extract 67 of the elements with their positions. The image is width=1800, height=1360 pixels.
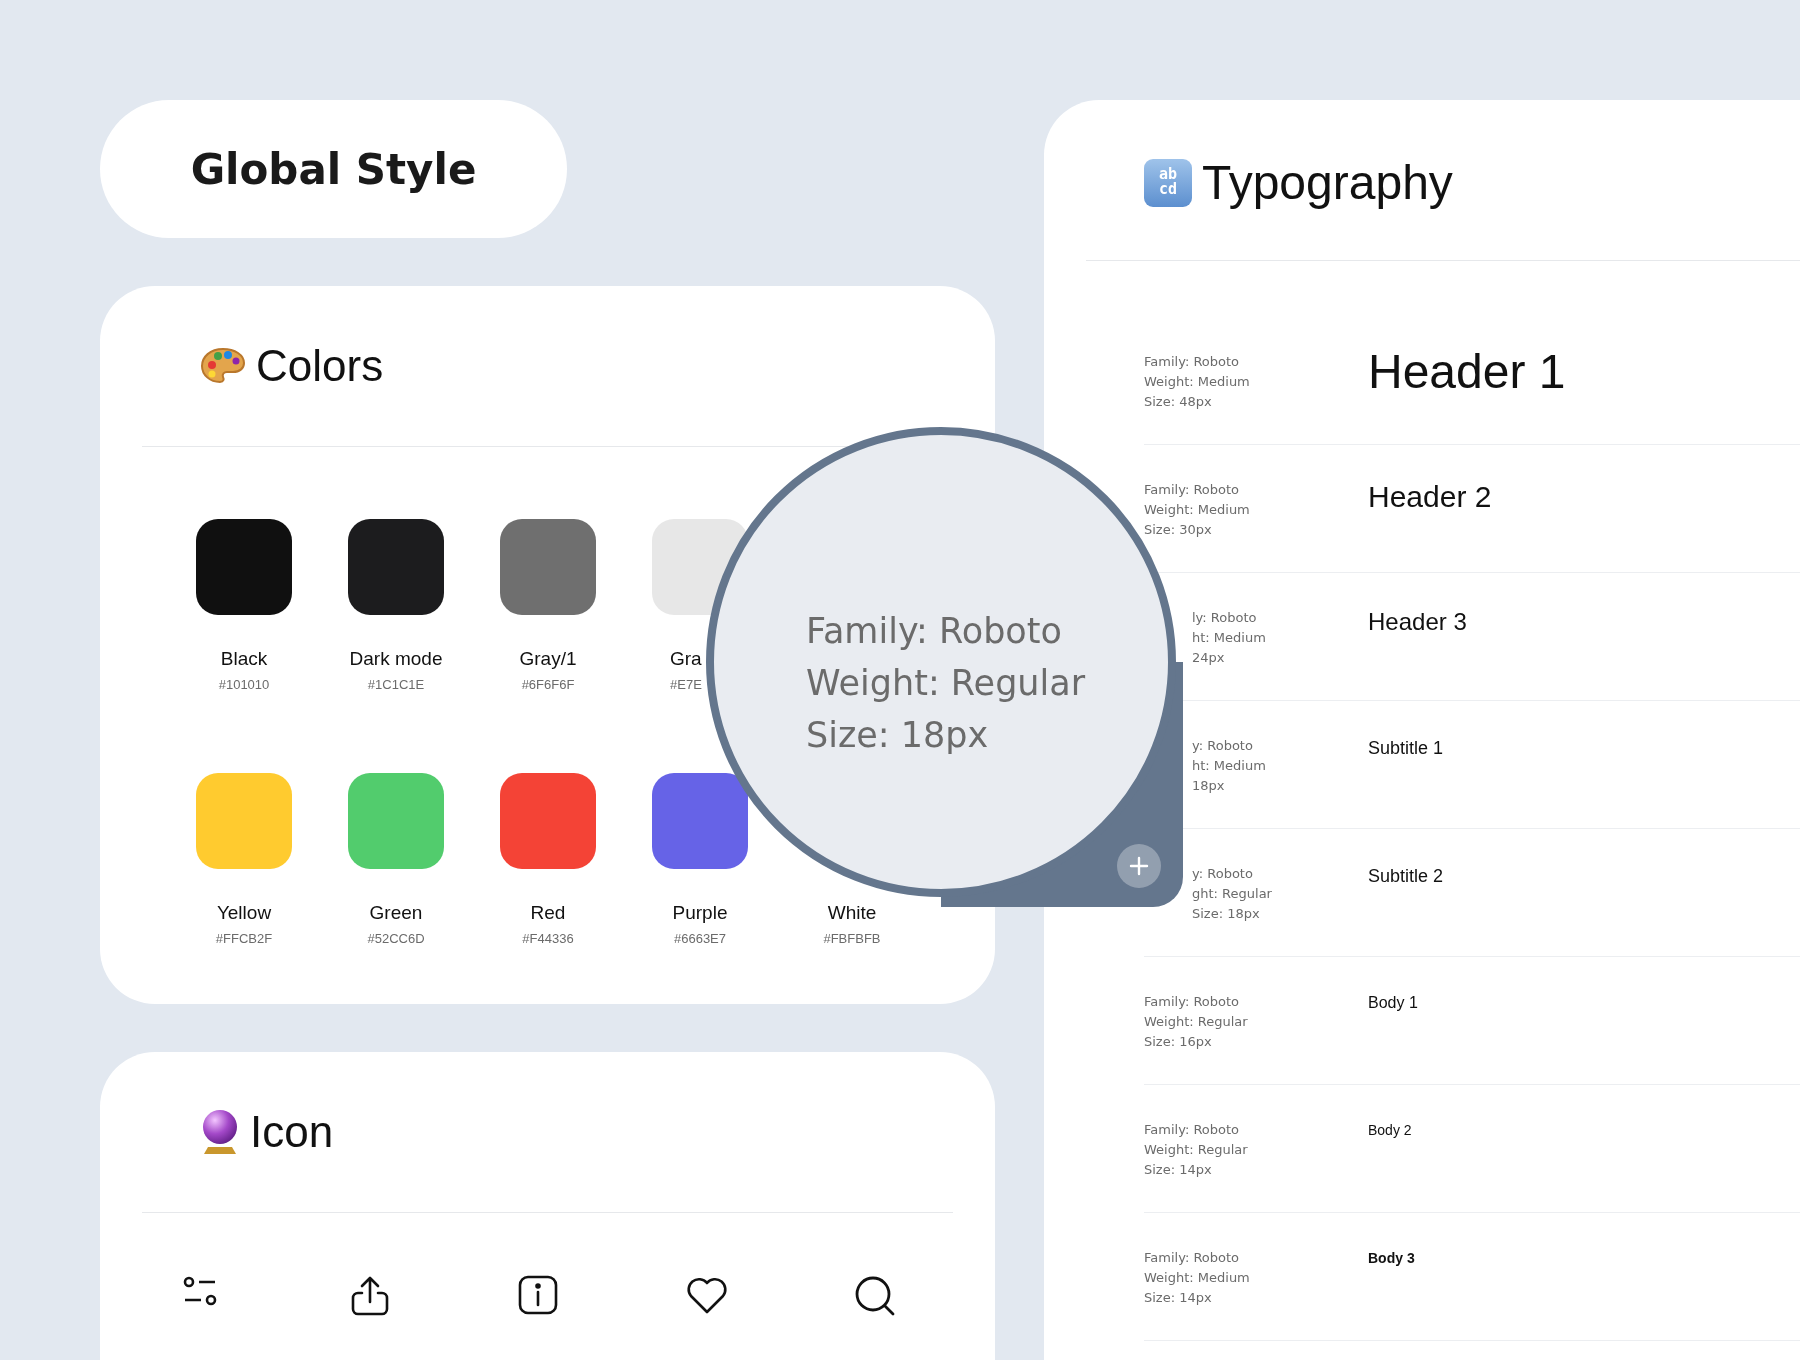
type-sample: Body 2 — [1368, 1122, 1412, 1139]
font-spec: Weight: Regular — [1144, 1142, 1248, 1157]
color-name: Red — [530, 902, 566, 923]
color-name: Dark mode — [349, 648, 443, 669]
type-sample: Subtitle 1 — [1368, 738, 1444, 759]
font-spec: Family: Roboto — [1144, 994, 1240, 1009]
font-spec: Size: 14px — [1144, 1290, 1212, 1305]
type-sample: Header 2 — [1368, 480, 1492, 515]
color-hex: #1C1C1E — [367, 677, 425, 692]
color-hex: #F44336 — [522, 931, 574, 946]
section-title: Typography — [1202, 155, 1453, 211]
font-spec: 18px — [1192, 778, 1225, 793]
font-spec: Size: 16px — [1144, 1034, 1212, 1049]
color-name: Gray/1 — [519, 648, 577, 669]
type-sample: Subtitle 2 — [1368, 866, 1444, 887]
section-title: Icon — [250, 1106, 334, 1158]
letters-icon: ab cd — [1144, 159, 1192, 207]
search-icon — [854, 1275, 896, 1317]
color-hex: #52CC6D — [367, 931, 425, 946]
section-title: Colors — [256, 340, 384, 392]
palette-icon — [200, 346, 246, 386]
font-spec: Family: Roboto — [1144, 1250, 1240, 1265]
color-hex: #101010 — [218, 677, 270, 692]
magnified-text: Family: Roboto — [806, 611, 1062, 651]
type-sample: Header 1 — [1368, 344, 1566, 400]
font-spec: y: Roboto — [1192, 866, 1253, 881]
font-spec: Size: 48px — [1144, 394, 1212, 409]
font-spec: ght: Regular — [1192, 886, 1272, 901]
color-hex: #6F6F6F — [521, 677, 575, 692]
font-spec: Size: 18px — [1192, 906, 1260, 921]
color-hex: #FBFBFB — [823, 931, 881, 946]
font-spec: Family: Roboto — [1144, 1122, 1240, 1137]
add-button[interactable] — [1117, 844, 1161, 888]
crystal-ball-icon — [200, 1109, 240, 1155]
color-name: White — [827, 902, 877, 923]
font-spec: 24px — [1192, 650, 1225, 665]
magnified-text: Weight: Regular — [806, 663, 1086, 703]
color-name: Green — [369, 902, 423, 923]
font-spec: Weight: Medium — [1144, 374, 1250, 389]
font-spec: ly: Roboto — [1192, 610, 1257, 625]
page-title: Global Style — [190, 143, 477, 196]
color-name: Purple — [672, 902, 728, 923]
font-spec: y: Roboto — [1192, 738, 1253, 753]
heart-icon — [686, 1275, 728, 1315]
share-icon — [350, 1275, 390, 1317]
type-sample: Body 1 — [1368, 994, 1418, 1013]
sliders-icon — [182, 1275, 218, 1307]
font-spec: Weight: Regular — [1144, 1014, 1248, 1029]
color-name: Black — [220, 648, 268, 669]
color-hex: #FFCB2F — [215, 931, 273, 946]
font-spec: Size: 30px — [1144, 522, 1212, 537]
color-hex: #6663E7 — [673, 931, 727, 946]
font-spec: Weight: Medium — [1144, 1270, 1250, 1285]
font-spec: Size: 14px — [1144, 1162, 1212, 1177]
info-icon — [518, 1275, 558, 1315]
plus-icon — [1129, 856, 1149, 876]
font-spec: Family: Roboto — [1144, 482, 1240, 497]
type-sample: Body 3 — [1368, 1250, 1415, 1267]
magnified-text: Size: 18px — [806, 715, 989, 755]
font-spec: ht: Medium — [1192, 630, 1266, 645]
font-spec: ht: Medium — [1192, 758, 1266, 773]
color-hex: #E7E — [670, 677, 702, 692]
color-name: Yellow — [216, 902, 272, 923]
color-name: Gra — [670, 648, 702, 669]
type-sample: Header 3 — [1368, 608, 1467, 636]
font-spec: Weight: Medium — [1144, 502, 1250, 517]
font-spec: Family: Roboto — [1144, 354, 1240, 369]
